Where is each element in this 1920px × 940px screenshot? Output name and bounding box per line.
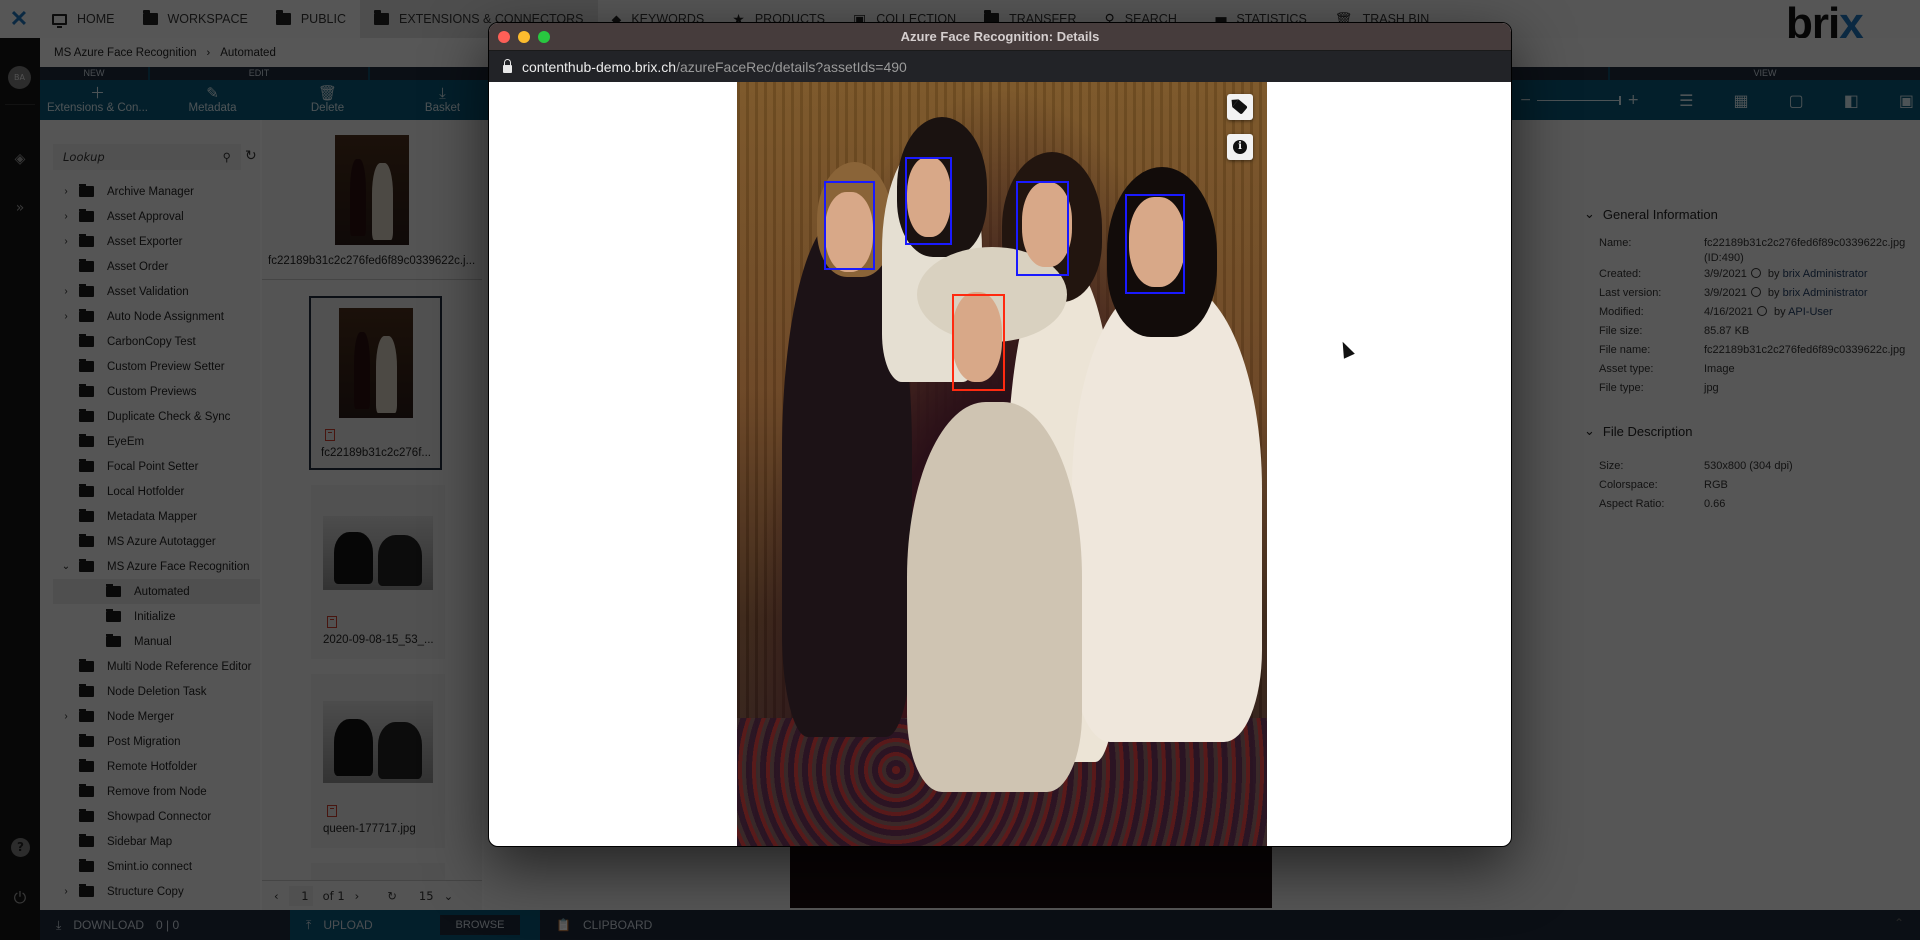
face-detection-box[interactable] [905, 157, 952, 245]
url-host: contenthub-demo.brix.ch [522, 58, 677, 75]
window-title: Azure Face Recognition: Details [900, 29, 1100, 44]
info-icon: i [1233, 140, 1247, 154]
window-titlebar[interactable]: Azure Face Recognition: Details [489, 23, 1511, 51]
face-detection-box[interactable] [824, 181, 875, 270]
analyzed-photo: i [737, 82, 1267, 846]
brix-app: ✕ HOME WORKSPACE PUBLIC EXTENSIONS & CON… [0, 0, 1920, 940]
info-button[interactable]: i [1227, 134, 1253, 160]
face-detection-box[interactable] [1016, 181, 1069, 276]
tag-icon [1232, 99, 1248, 115]
person-figure [907, 402, 1082, 792]
highlighted-face-detection-box[interactable] [952, 294, 1005, 391]
url-path: /azureFaceRec/details?assetIds=490 [676, 58, 907, 75]
face-detection-box[interactable] [1125, 194, 1185, 294]
lock-icon [503, 58, 512, 73]
url-bar[interactable]: contenthub-demo.brix.ch /azureFaceRec/de… [489, 51, 1511, 82]
person-figure [1072, 282, 1262, 742]
tag-button[interactable] [1227, 94, 1253, 120]
face-recognition-window: Azure Face Recognition: Details contenth… [488, 22, 1512, 847]
